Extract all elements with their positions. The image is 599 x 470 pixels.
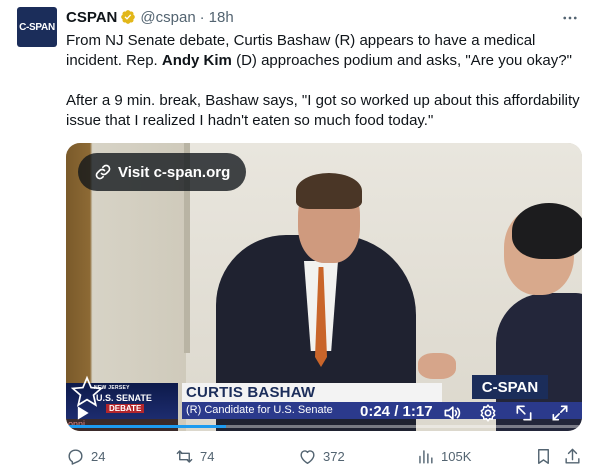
- like-button[interactable]: 372: [298, 445, 345, 467]
- reply-icon: [68, 448, 83, 465]
- tweet-text: From NJ Senate debate, Curtis Bashaw (R)…: [66, 31, 581, 131]
- lower-third-region: NEW JERSEY: [94, 385, 130, 391]
- person-kim-hand: [418, 353, 456, 379]
- views-button[interactable]: 105K: [416, 445, 471, 467]
- link-icon: [95, 164, 111, 180]
- settings-icon[interactable]: [478, 403, 498, 423]
- verified-badge-icon: [121, 10, 136, 24]
- tweet-text-part2: (D) approaches podium and asks, "Are you…: [231, 52, 572, 69]
- visit-link-label: Visit c-span.org: [118, 163, 231, 181]
- visit-link-button[interactable]: Visit c-span.org: [78, 153, 247, 191]
- author-name[interactable]: CSPAN: [66, 9, 117, 26]
- like-icon: [300, 449, 315, 464]
- video-player[interactable]: Visit c-span.org NEW JERSEY U.S. SENATE …: [66, 143, 582, 431]
- bookmark-button[interactable]: [534, 445, 559, 467]
- share-icon: [565, 448, 580, 464]
- separator-dot: ·: [199, 8, 205, 26]
- repost-count: 74: [200, 448, 215, 464]
- author-handle[interactable]: @cspan: [140, 9, 195, 26]
- reply-button[interactable]: 24: [66, 445, 105, 467]
- share-button[interactable]: [563, 445, 588, 467]
- repost-icon: [176, 449, 193, 463]
- person-bashaw-hair: [296, 173, 362, 209]
- timestamp[interactable]: 18h: [209, 9, 234, 26]
- mention-andy-kim: Andy Kim: [161, 52, 232, 69]
- tweet-header: CSPAN @cspan · 18h: [66, 7, 234, 27]
- cspan-logo: C-SPAN: [472, 375, 548, 399]
- person-kim-hair: [512, 203, 582, 259]
- playback-time: 0:24 / 1:17: [360, 403, 433, 420]
- views-count: 105K: [441, 448, 472, 464]
- views-icon: [419, 449, 433, 464]
- pip-icon[interactable]: [514, 403, 534, 423]
- tweet-text-paragraph2: After a 9 min. break, Bashaw says, "I go…: [66, 92, 580, 129]
- volume-icon[interactable]: [442, 403, 462, 423]
- fullscreen-icon[interactable]: [550, 403, 570, 423]
- progress-bar[interactable]: [66, 425, 582, 428]
- player-controls: 0:24 / 1:17: [66, 397, 582, 431]
- progress-bar-fill: [66, 425, 226, 428]
- avatar-text: C-SPAN: [19, 21, 55, 33]
- avatar[interactable]: C-SPAN: [17, 7, 57, 47]
- repost-button[interactable]: 74: [175, 445, 214, 467]
- like-count: 372: [323, 448, 345, 464]
- play-icon[interactable]: [72, 403, 92, 423]
- tweet-actions: 24 74 372 105K: [66, 445, 582, 467]
- more-icon[interactable]: [560, 8, 580, 28]
- reply-count: 24: [91, 448, 106, 464]
- bookmark-icon: [538, 448, 549, 464]
